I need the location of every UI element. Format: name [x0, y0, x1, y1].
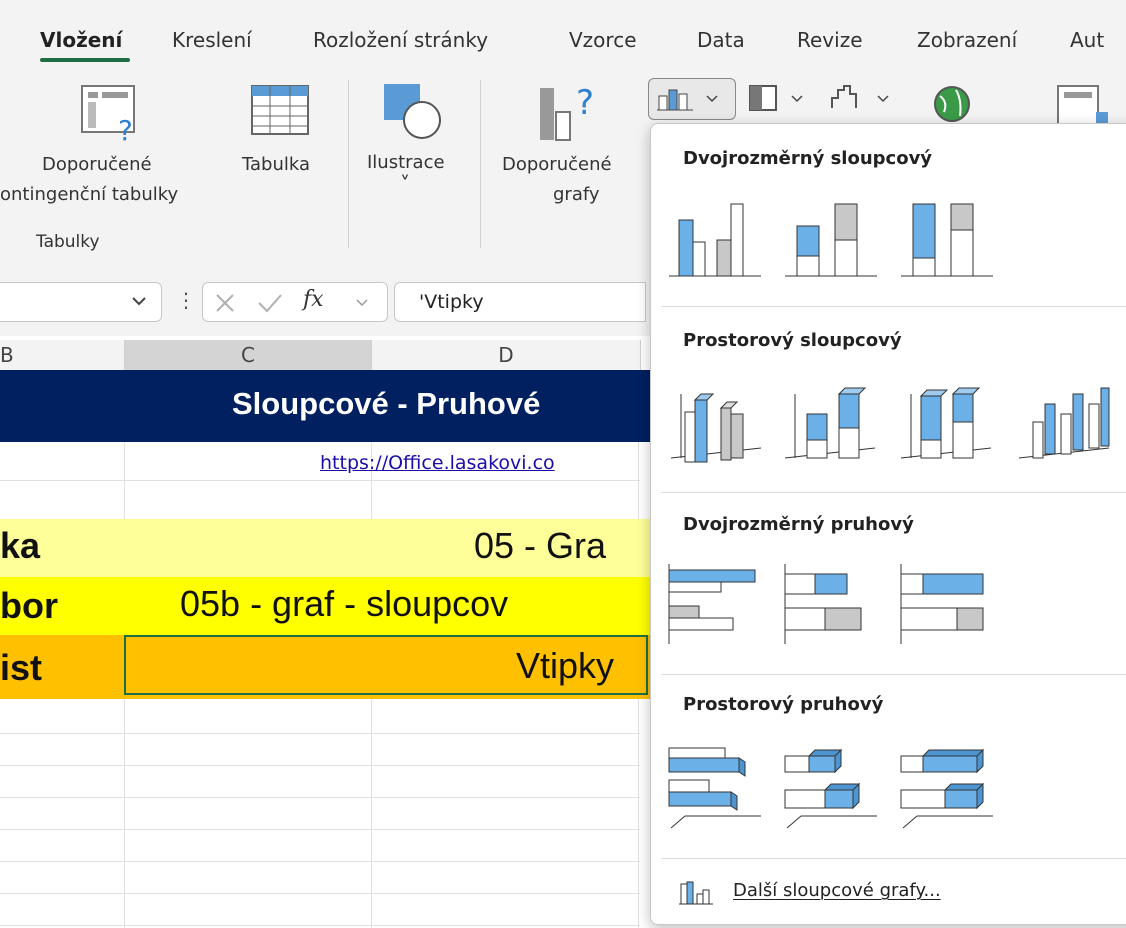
3d-100-stacked-bar-option[interactable]	[897, 740, 997, 832]
waterfall-chart-icon[interactable]	[830, 84, 894, 114]
formula-input[interactable]: 'Vtipky	[394, 282, 646, 322]
link-row: https://Office.lasakovi.co	[0, 442, 650, 480]
section-2d-bar: Dvojrozměrný pruhový	[683, 514, 914, 535]
tab-view[interactable]: Zobrazení	[917, 28, 1017, 52]
row-label: ist	[0, 647, 43, 688]
info-row-sheet[interactable]: ist Vtipky	[0, 635, 650, 699]
tab-formulas[interactable]: Vzorce	[569, 28, 637, 52]
more-column-charts-label: Další sloupcové grafy...	[733, 880, 941, 901]
grid-line	[0, 480, 640, 481]
row-value: Vtipky	[516, 645, 615, 686]
row-label: bor	[0, 585, 58, 626]
column-header-c[interactable]: C	[125, 340, 372, 372]
stacked-bar-chart-option[interactable]	[781, 560, 881, 646]
insert-column-chart-button[interactable]	[648, 78, 736, 120]
recommended-charts-label-2: grafy	[553, 184, 600, 205]
column-header-d[interactable]: D	[372, 340, 641, 371]
section-separator	[661, 858, 1126, 859]
info-row-file[interactable]: bor 05b - graf - sloupcov	[0, 577, 650, 635]
grid-line	[0, 765, 640, 766]
stacked-column-chart-option[interactable]	[781, 192, 881, 278]
tab-data[interactable]: Data	[697, 28, 745, 52]
column-header-b[interactable]: B	[0, 340, 125, 371]
pivot-chart-icon[interactable]	[1056, 82, 1126, 126]
info-row-topic[interactable]: ka 05 - Gra	[0, 519, 650, 577]
column-header-label: D	[498, 343, 514, 367]
formula-value: 'Vtipky	[419, 291, 484, 313]
tab-page-layout[interactable]: Rozložení stránky	[313, 28, 488, 52]
100-stacked-column-chart-option[interactable]	[897, 192, 997, 278]
hierarchy-chart-icon[interactable]	[748, 84, 808, 114]
row-value: 05 - Gra	[474, 525, 607, 566]
chevron-down-icon	[706, 95, 718, 103]
enter-check-icon[interactable]	[257, 291, 283, 315]
3d-clustered-column-option[interactable]	[661, 374, 765, 470]
3d-100-stacked-column-option[interactable]	[893, 374, 993, 470]
section-separator	[661, 306, 1126, 307]
recommended-charts-icon[interactable]: ?	[536, 80, 606, 144]
tab-automate[interactable]: Aut	[1070, 28, 1104, 52]
grid-line	[0, 797, 640, 798]
row-value: 05b - graf - sloupcov	[180, 583, 509, 624]
group-label-tables: Tabulky	[36, 232, 100, 252]
clustered-column-chart-option[interactable]	[665, 192, 765, 278]
3d-clustered-bar-option[interactable]	[665, 740, 765, 832]
more-column-charts-button[interactable]: Další sloupcové grafy...	[679, 874, 1099, 914]
table-label: Tabulka	[242, 154, 311, 175]
website-link[interactable]: https://Office.lasakovi.co	[320, 452, 555, 474]
table-icon[interactable]	[250, 84, 312, 140]
column-chart-icon	[679, 881, 713, 905]
grid-line	[0, 829, 640, 830]
globe-map-icon[interactable]	[930, 82, 974, 122]
column-header-label: C	[241, 343, 255, 367]
grid-line	[0, 893, 640, 894]
illustrations-icon[interactable]	[380, 80, 446, 142]
svg-text:?: ?	[118, 114, 133, 144]
svg-text:?: ?	[576, 83, 594, 123]
chevron-down-icon[interactable]	[355, 297, 369, 309]
tab-draw[interactable]: Kreslení	[172, 28, 252, 52]
chevron-down-icon[interactable]: ˅	[400, 172, 410, 196]
grid-line	[0, 861, 640, 862]
ribbon-separator	[348, 80, 349, 248]
recommended-pivot-icon[interactable]: ?	[80, 84, 144, 144]
more-dots-icon[interactable]: ⋮	[176, 288, 196, 312]
tab-insert[interactable]: Vložení	[40, 28, 122, 52]
formula-buttons: fx	[202, 282, 388, 322]
grid-line	[0, 733, 640, 734]
column-header-label: B	[0, 343, 14, 367]
3d-stacked-bar-option[interactable]	[781, 740, 881, 832]
cancel-icon[interactable]	[213, 291, 237, 315]
banner-title: Sloupcové - Pruhové	[232, 386, 541, 421]
pivot-label-1: Doporučené	[42, 154, 152, 175]
section-separator	[661, 492, 1126, 493]
clustered-bar-chart-option[interactable]	[665, 560, 765, 646]
row-label: ka	[0, 525, 41, 566]
insert-function-icon[interactable]: fx	[303, 287, 324, 312]
section-separator	[661, 674, 1126, 675]
tab-review[interactable]: Revize	[797, 28, 863, 52]
section-3d-column: Prostorový sloupcový	[683, 330, 902, 351]
section-2d-column: Dvojrozměrný sloupcový	[683, 148, 933, 169]
illustrations-label: Ilustrace	[367, 152, 445, 173]
section-3d-bar: Prostorový pruhový	[683, 694, 884, 715]
pivot-label-2: ontingenční tabulky	[0, 184, 179, 205]
column-chart-dropdown: Dvojrozměrný sloupcový Prostorový sloupc…	[650, 123, 1126, 925]
3d-column-option[interactable]	[1011, 374, 1111, 470]
100-stacked-bar-chart-option[interactable]	[897, 560, 997, 646]
ribbon-separator	[480, 80, 481, 248]
column-chart-icon	[657, 89, 693, 111]
3d-stacked-column-option[interactable]	[777, 374, 877, 470]
grid-line	[0, 925, 640, 926]
ribbon-tab-bar: Vložení Kreslení Rozložení stránky Vzorc…	[0, 0, 1126, 72]
banner-row[interactable]: Sloupcové - Pruhové	[0, 370, 650, 442]
chevron-down-icon[interactable]	[131, 295, 147, 309]
recommended-charts-label-1: Doporučené	[502, 154, 612, 175]
active-tab-indicator	[40, 58, 130, 62]
name-box[interactable]	[0, 282, 162, 322]
